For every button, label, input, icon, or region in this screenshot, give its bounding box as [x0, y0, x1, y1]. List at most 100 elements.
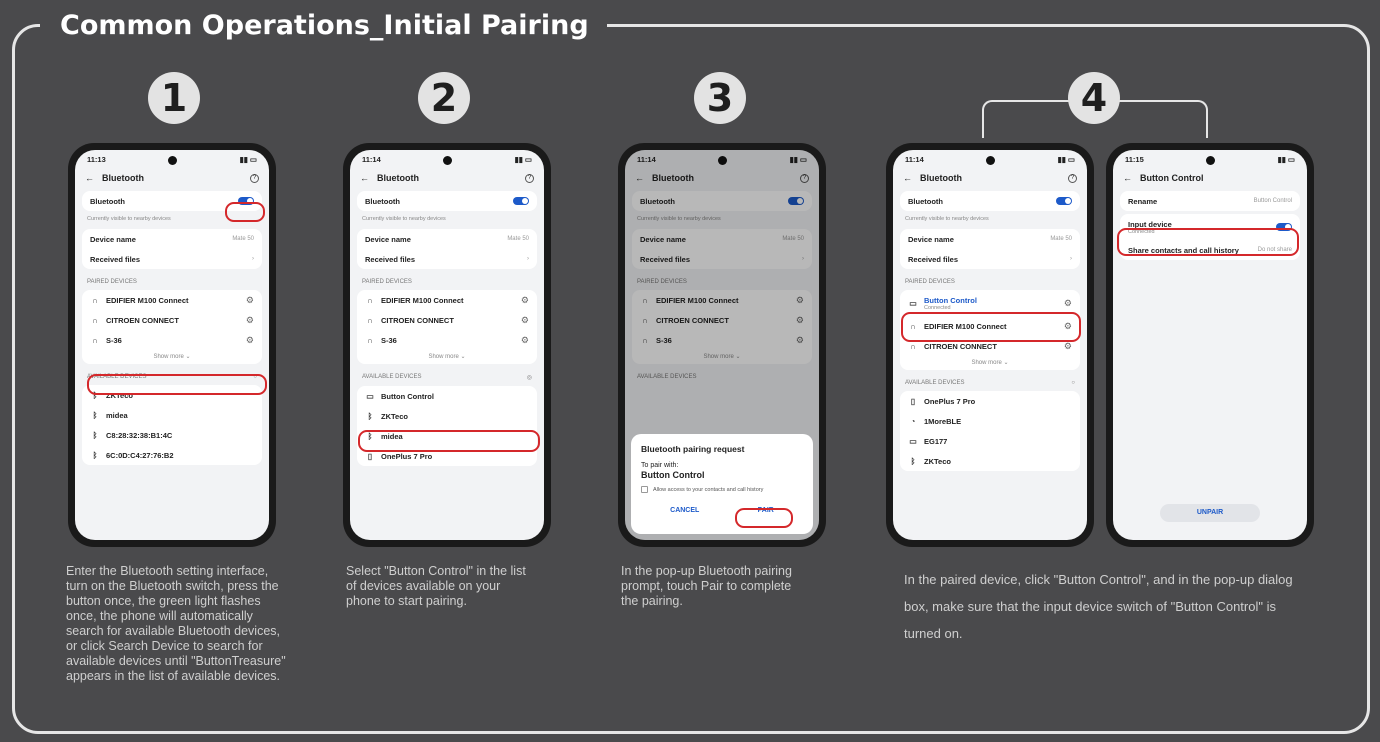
device-name-row[interactable]: Device name Mate 50	[365, 229, 529, 249]
chevron-right-icon: ›	[252, 256, 254, 262]
list-item[interactable]: ᛒ 6C:0D:C4:27:76:B2	[90, 445, 254, 465]
camera-dot	[443, 156, 452, 165]
rename-row[interactable]: Rename Button Control	[1128, 191, 1292, 211]
list-item[interactable]: ᛒ ZKTeco	[365, 406, 529, 426]
highlight-bluetooth-toggle	[225, 202, 265, 222]
bluetooth-icon: ᛒ	[92, 450, 98, 460]
phone-icon: ▯	[910, 396, 916, 406]
device-name-label: Device name	[90, 234, 136, 244]
received-files-row[interactable]: Received files ›	[90, 249, 254, 269]
device-label: OnePlus 7 Pro	[381, 451, 433, 461]
help-icon[interactable]: ?	[1068, 173, 1077, 183]
received-files-row[interactable]: Received files ›	[908, 249, 1072, 269]
list-item[interactable]: ∩ S-36 ⚙	[90, 330, 254, 350]
device-label: EG177	[924, 436, 948, 446]
bluetooth-toggle[interactable]	[513, 197, 529, 205]
device-label: EDIFIER M100 Connect	[106, 295, 189, 305]
dialog-title: Bluetooth pairing request	[641, 444, 745, 454]
list-item[interactable]: ∩ EDIFIER M100 Connect ⚙	[365, 290, 529, 310]
device-name-row[interactable]: Device name Mate 50	[908, 229, 1072, 249]
refresh-icon[interactable]: ○	[1071, 380, 1075, 386]
allow-access-checkbox[interactable]: Allow access to your contacts and call h…	[641, 486, 803, 493]
device-name-label: Device name	[908, 234, 954, 244]
status-time: 11:14	[905, 154, 924, 164]
list-item[interactable]: ∩ CITROEN CONNECT ⚙	[365, 310, 529, 330]
back-arrow-icon[interactable]: ←	[360, 173, 369, 183]
signal-battery-icon: ▮▮ ▭	[1277, 154, 1295, 164]
gear-icon[interactable]: ⚙	[521, 335, 529, 346]
gear-icon[interactable]: ⚙	[246, 335, 254, 346]
camera-dot	[1206, 156, 1215, 165]
list-item[interactable]: ᛒ ZKTeco	[908, 451, 1072, 471]
step-1-description: Enter the Bluetooth setting interface, t…	[66, 564, 286, 683]
cancel-button[interactable]: CANCEL	[670, 507, 699, 514]
gear-icon[interactable]: ⚙	[1064, 341, 1072, 352]
phone-4-screen: 11:14 ▮▮ ▭ ← Bluetooth? Bluetooth Currentl…	[893, 150, 1087, 540]
show-more-button[interactable]: Show more ⌄	[365, 350, 529, 364]
list-item[interactable]: ◔ 1MoreBLE	[908, 411, 1072, 431]
gear-icon[interactable]: ⚙	[521, 295, 529, 306]
step-3-description: In the pop-up Bluetooth pairing prompt, …	[621, 564, 792, 608]
status-time: 11:14	[362, 154, 381, 164]
bluetooth-label: Bluetooth	[90, 196, 125, 206]
signal-battery-icon: ▮▮ ▭	[239, 154, 257, 164]
list-item[interactable]: ∩ S-36 ⚙	[365, 330, 529, 350]
bluetooth-label: Bluetooth	[908, 196, 943, 206]
show-more-button[interactable]: Show more ⌄	[90, 350, 254, 364]
list-item[interactable]: ∩ EDIFIER M100 Connect ⚙	[90, 290, 254, 310]
rename-card: Rename Button Control	[1120, 191, 1300, 211]
gear-icon[interactable]: ⚙	[1064, 298, 1072, 309]
device-label: 6C:0D:C4:27:76:B2	[106, 450, 174, 460]
device-name-value: Mate 50	[507, 236, 529, 242]
available-devices-header: AVAILABLE DEVICES ◎	[350, 367, 544, 383]
device-label: S-36	[381, 335, 397, 345]
show-more-button[interactable]: Show more ⌄	[908, 356, 1072, 370]
nav-bar: ← Bluetooth?	[350, 168, 544, 188]
device-label: CITROEN CONNECT	[381, 315, 454, 325]
unpair-button[interactable]: UNPAIR	[1160, 504, 1260, 522]
gear-icon[interactable]: ⚙	[246, 315, 254, 326]
list-item[interactable]: ∩ CITROEN CONNECT ⚙	[90, 310, 254, 330]
bluetooth-icon: ᛒ	[910, 456, 916, 466]
highlight-paired-button-control	[901, 312, 1081, 342]
back-arrow-icon[interactable]: ←	[1123, 173, 1132, 183]
received-files-label: Received files	[365, 254, 416, 264]
signal-battery-icon: ▮▮ ▭	[1057, 154, 1075, 164]
paired-list: ∩ EDIFIER M100 Connect ⚙ ∩ CITROEN CONNECT ⚙…	[357, 290, 537, 364]
help-icon[interactable]: ?	[525, 173, 534, 183]
device-card: Device name Mate 50 Received files ›	[82, 229, 262, 269]
bluetooth-card: Bluetooth	[900, 191, 1080, 211]
step-number-2: 2	[418, 72, 470, 124]
paired-button-control: Button Control Connected	[924, 296, 977, 311]
back-arrow-icon[interactable]: ←	[903, 173, 912, 183]
nav-bar: ← Bluetooth?	[893, 168, 1087, 188]
paired-devices-label: PAIRED DEVICES	[362, 279, 412, 285]
phone-5: 11:15 ▮▮ ▭ ← Button Control Rename Button C…	[1106, 143, 1314, 547]
device-label: CITROEN CONNECT	[106, 315, 179, 325]
help-icon[interactable]: ?	[250, 173, 259, 183]
chevron-right-icon: ›	[527, 256, 529, 262]
list-item[interactable]: ▭ Button Control	[365, 386, 529, 406]
device-label: 1MoreBLE	[924, 416, 962, 426]
list-item[interactable]: ▭ EG177	[908, 431, 1072, 451]
list-item[interactable]: ᛒ C8:28:32:38:B1:4C	[90, 425, 254, 445]
gear-icon[interactable]: ⚙	[521, 315, 529, 326]
gear-icon[interactable]: ⚙	[246, 295, 254, 306]
back-arrow-icon[interactable]: ←	[85, 173, 94, 183]
chevron-down-icon: ⌄	[185, 354, 191, 360]
nav-bar: ← Bluetooth?	[75, 168, 269, 188]
list-item[interactable]: ᛒ midea	[90, 405, 254, 425]
bluetooth-row[interactable]: Bluetooth	[908, 191, 1072, 211]
bluetooth-toggle[interactable]	[1056, 197, 1072, 205]
available-list: ▭ Button Control ᛒ ZKTeco ᛒ midea ▯ OnePlus …	[357, 386, 537, 466]
laptop-icon: ▭	[909, 436, 917, 446]
device-label: ZKTeco	[924, 456, 951, 466]
phone-5-screen: 11:15 ▮▮ ▭ ← Button Control Rename Button C…	[1113, 150, 1307, 540]
bluetooth-row[interactable]: Bluetooth	[365, 191, 529, 211]
show-more-label: Show more	[971, 360, 1002, 366]
device-name-row[interactable]: Device name Mate 50	[90, 229, 254, 249]
loading-icon: ◎	[526, 375, 532, 381]
received-files-row[interactable]: Received files ›	[365, 249, 529, 269]
rename-label: Rename	[1128, 196, 1158, 206]
list-item[interactable]: ▯ OnePlus 7 Pro	[908, 391, 1072, 411]
